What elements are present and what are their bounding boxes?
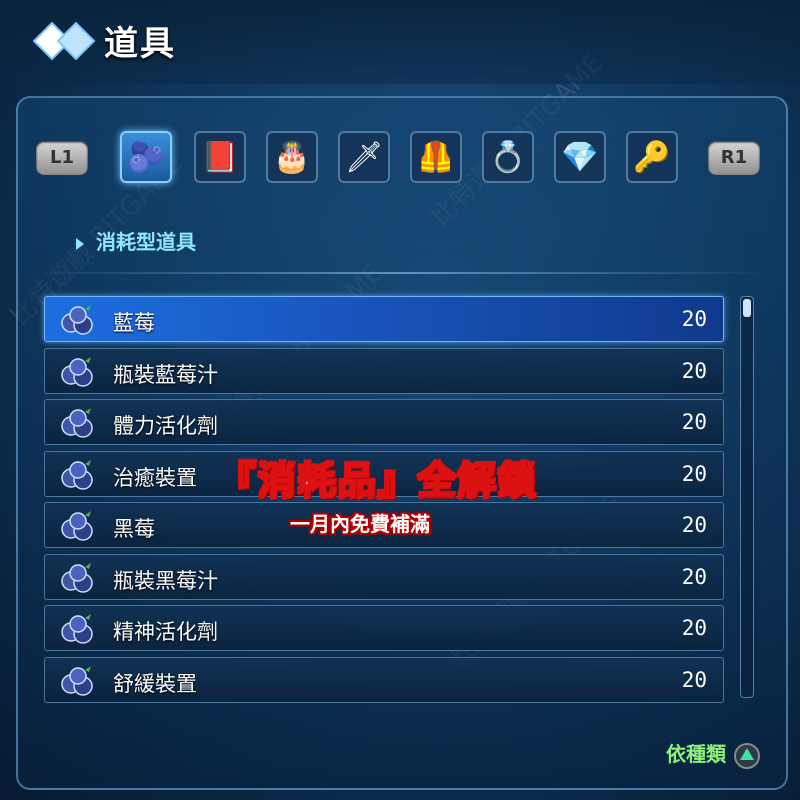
- item-name: 瓶裝藍莓汁: [113, 362, 218, 387]
- item-quantity: 20: [681, 307, 707, 331]
- item-quantity: 20: [681, 461, 707, 486]
- blueberry-icon: [61, 356, 93, 387]
- divider: [30, 272, 770, 274]
- tab-book[interactable]: 📕: [194, 131, 246, 183]
- list-item[interactable]: 體力活化劑 20: [44, 399, 724, 445]
- category-tabs: L1 🫐 📕 🎂 🗡 🦺 💍 💎 🔑 R1: [36, 131, 766, 187]
- armor-icon: 🦺: [417, 139, 455, 175]
- item-name: 藍莓: [113, 311, 155, 335]
- blueberry-icon: [61, 511, 93, 541]
- item-name: 舒緩裝置: [113, 671, 197, 696]
- tab-blueberry[interactable]: 🫐: [120, 131, 172, 183]
- crystal-icon: 💎: [561, 139, 599, 175]
- list-item[interactable]: 瓶裝黑莓汁 20: [44, 553, 724, 600]
- ring-icon: 💍: [489, 139, 527, 175]
- item-quantity: 20: [681, 410, 707, 434]
- cake-icon: 🎂: [273, 139, 311, 175]
- item-quantity: 20: [681, 667, 707, 692]
- list-item[interactable]: 藍莓 20: [44, 296, 724, 342]
- list-item[interactable]: 治癒裝置 20: [44, 450, 724, 497]
- list-item[interactable]: 瓶裝藍莓汁 20: [44, 347, 724, 394]
- tab-crystal[interactable]: 💎: [554, 131, 606, 183]
- key-icon: 🔑: [633, 139, 671, 175]
- item-name: 體力活化劑: [113, 414, 218, 438]
- item-quantity: 20: [681, 358, 707, 383]
- item-name: 精神活化劑: [113, 620, 218, 644]
- list-item[interactable]: 舒緩裝置 20: [44, 656, 724, 703]
- list-item[interactable]: 黑莓 20: [44, 502, 724, 548]
- header-bar: 道具: [0, 0, 800, 84]
- triangle-button-icon: [734, 742, 760, 769]
- scrollbar[interactable]: [740, 296, 754, 698]
- blueberry-icon: [61, 459, 93, 490]
- tab-sword[interactable]: 🗡: [338, 131, 390, 183]
- list-item[interactable]: 精神活化劑 20: [44, 605, 724, 651]
- menu-diamond-icon: [32, 21, 96, 61]
- item-name: 治癒裝置: [113, 465, 197, 490]
- blueberry-icon: [61, 305, 93, 335]
- arrow-right-icon: [76, 237, 84, 250]
- tab-armor[interactable]: 🦺: [410, 131, 462, 183]
- item-quantity: 20: [681, 616, 707, 640]
- tab-ring[interactable]: 💍: [482, 131, 534, 183]
- l1-button[interactable]: L1: [36, 141, 88, 175]
- sort-control[interactable]: 依種類: [666, 738, 760, 769]
- page-title: 道具: [104, 24, 176, 64]
- blueberry-icon: [61, 614, 93, 644]
- item-quantity: 20: [681, 513, 707, 537]
- blueberry-icon: 🫐: [127, 139, 165, 175]
- blueberry-icon: [61, 562, 93, 593]
- sort-label: 依種類: [666, 742, 726, 766]
- scrollbar-thumb[interactable]: [743, 299, 751, 317]
- item-quantity: 20: [681, 564, 707, 589]
- sword-icon: 🗡: [344, 139, 384, 175]
- book-icon: 📕: [201, 139, 239, 175]
- category-heading: 消耗型道具: [76, 226, 196, 255]
- item-list: 藍莓 20 瓶裝藍莓汁 20 體力活化劑 20 治癒裝置 20 黑莓 20 瓶裝黑莓汁 20 精神活化劑…: [44, 296, 724, 708]
- tab-cake[interactable]: 🎂: [266, 131, 318, 183]
- blueberry-icon: [61, 408, 93, 438]
- item-name: 黑莓: [113, 517, 155, 541]
- item-name: 瓶裝黑莓汁: [113, 568, 218, 593]
- tab-key[interactable]: 🔑: [626, 131, 678, 183]
- category-label: 消耗型道具: [96, 230, 196, 254]
- blueberry-icon: [61, 665, 93, 696]
- r1-button[interactable]: R1: [708, 141, 760, 175]
